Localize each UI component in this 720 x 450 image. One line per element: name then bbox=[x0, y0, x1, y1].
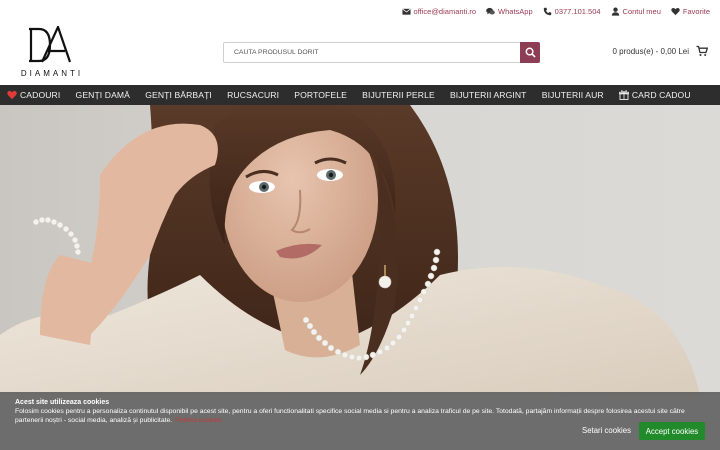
whatsapp-link[interactable]: WhatsApp bbox=[486, 7, 533, 16]
cookie-policy-link[interactable]: Politica cookies bbox=[175, 417, 222, 424]
top-bar: office@diamanti.ro WhatsApp 0377.101.504… bbox=[401, 4, 710, 18]
accept-cookies-button[interactable]: Accept cookies bbox=[639, 422, 705, 440]
nav-label: GENȚI DAMĂ bbox=[75, 90, 131, 100]
cookie-banner: Acest site utilizeaza cookies Folosim co… bbox=[0, 392, 720, 450]
heart-icon bbox=[7, 90, 17, 100]
nav-item-genti-barbati[interactable]: GENȚI BĂRBAȚI bbox=[138, 90, 220, 100]
gift-icon bbox=[618, 90, 629, 100]
hero-banner[interactable] bbox=[0, 105, 720, 395]
nav-label: BIJUTERII PERLE bbox=[362, 90, 435, 100]
search-button[interactable] bbox=[520, 42, 540, 63]
nav-label: PORTOFELE bbox=[294, 90, 347, 100]
nav-item-bijuterii-aur[interactable]: BIJUTERII AUR bbox=[534, 90, 611, 100]
cart-text: 0 produs(e) - 0,00 Lei bbox=[612, 46, 690, 56]
cookie-text: Folosim cookies pentru a personaliza con… bbox=[15, 408, 705, 425]
nav-item-portofele[interactable]: PORTOFELE bbox=[287, 90, 355, 100]
chat-bubbles-icon bbox=[486, 7, 495, 16]
cookie-settings-button[interactable]: Setari cookies bbox=[582, 426, 631, 435]
nav-item-card-cadou[interactable]: CARD CADOU bbox=[611, 90, 698, 100]
nav-label: CARD CADOU bbox=[631, 90, 691, 100]
nav-item-genti-dama[interactable]: GENȚI DAMĂ bbox=[68, 90, 138, 100]
nav-item-rucsacuri[interactable]: RUCSACURI bbox=[220, 90, 287, 100]
logo-brand-text: DIAMANTI bbox=[20, 69, 84, 78]
nav-label: CADOURI bbox=[20, 90, 61, 100]
heart-icon bbox=[671, 7, 680, 16]
whatsapp-text: WhatsApp bbox=[498, 6, 533, 16]
nav-label: RUCSACURI bbox=[227, 90, 280, 100]
favorites-link[interactable]: Favorite bbox=[671, 7, 710, 16]
page: office@diamanti.ro WhatsApp 0377.101.504… bbox=[0, 0, 720, 450]
search-icon bbox=[525, 47, 536, 58]
cart-summary[interactable]: 0 produs(e) - 0,00 Lei bbox=[612, 45, 708, 57]
cookie-body: Folosim cookies pentru a personaliza con… bbox=[15, 408, 685, 424]
search-bar bbox=[223, 42, 540, 63]
hero-image bbox=[0, 105, 720, 395]
email-text: office@diamanti.ro bbox=[413, 6, 477, 16]
phone-icon bbox=[543, 7, 552, 16]
favorites-text: Favorite bbox=[682, 6, 710, 16]
logo-monogram bbox=[29, 26, 72, 63]
phone-text: 0377.101.504 bbox=[554, 6, 601, 16]
main-nav: CADOURI GENȚI DAMĂ GENȚI BĂRBAȚI RUCSACU… bbox=[0, 85, 720, 105]
account-link[interactable]: Contul meu bbox=[611, 7, 661, 16]
account-text: Contul meu bbox=[622, 6, 661, 16]
search-input[interactable] bbox=[223, 42, 520, 63]
site-logo[interactable]: DIAMANTI bbox=[16, 26, 88, 80]
nav-label: GENȚI BĂRBAȚI bbox=[145, 90, 212, 100]
nav-item-bijuterii-argint[interactable]: BIJUTERII ARGINT bbox=[442, 90, 534, 100]
cookie-title: Acest site utilizeaza cookies bbox=[15, 399, 110, 406]
nav-item-bijuterii-perle[interactable]: BIJUTERII PERLE bbox=[355, 90, 443, 100]
email-link[interactable]: office@diamanti.ro bbox=[401, 6, 477, 16]
envelope-icon bbox=[401, 7, 411, 16]
nav-item-cadouri[interactable]: CADOURI bbox=[7, 90, 68, 100]
nav-label: BIJUTERII ARGINT bbox=[449, 90, 527, 100]
nav-label: BIJUTERII AUR bbox=[541, 90, 604, 100]
user-icon bbox=[611, 7, 620, 16]
cart-icon bbox=[696, 45, 708, 56]
phone-link[interactable]: 0377.101.504 bbox=[543, 7, 601, 16]
